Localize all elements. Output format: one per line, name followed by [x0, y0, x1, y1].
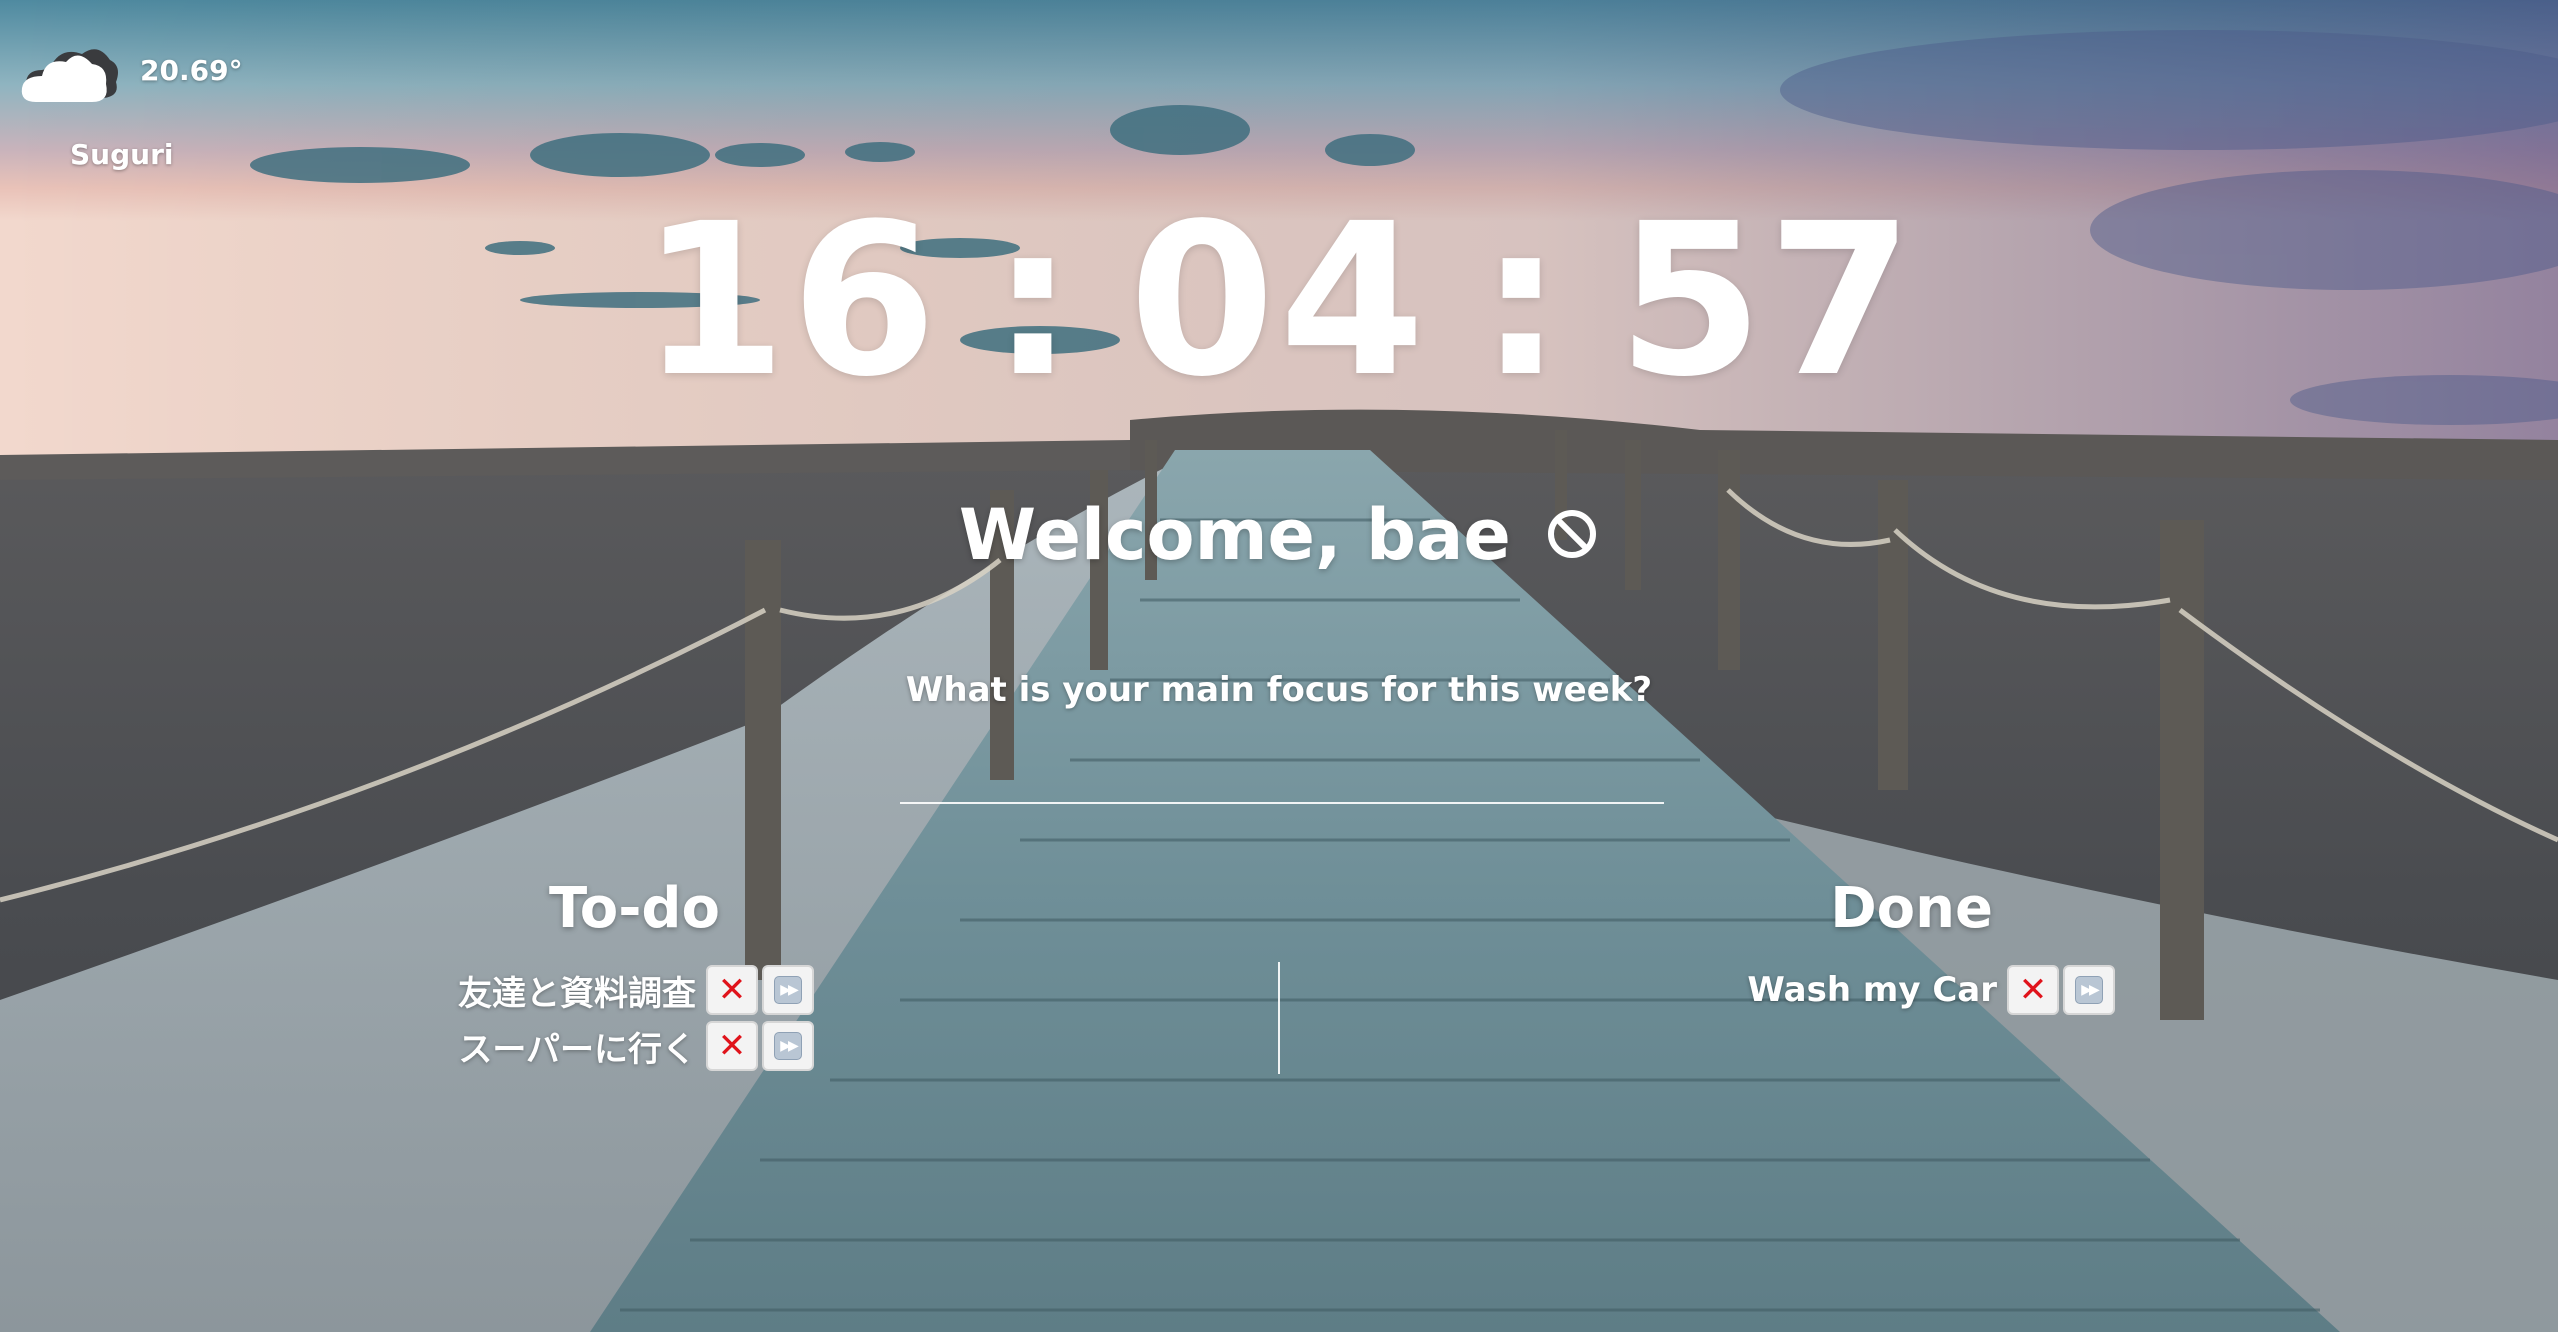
welcome-message: Welcome, bae: [0, 500, 2558, 570]
done-list: Wash my Car ✕ ▶▶: [1747, 962, 2115, 1018]
welcome-text[interactable]: Welcome, bae: [959, 494, 1511, 576]
done-item-label: Wash my Car: [1747, 970, 1997, 1010]
delete-button[interactable]: ✕: [706, 1021, 758, 1071]
done-title: Done: [1830, 876, 1993, 941]
clock-hours: 16: [640, 178, 941, 423]
todo-list: 友達と資料調査 ✕ ▶▶ スーパーに行く ✕ ▶▶: [458, 962, 814, 1074]
focus-input[interactable]: [900, 740, 1664, 804]
todo-item: 友達と資料調査 ✕ ▶▶: [458, 962, 814, 1018]
block-icon[interactable]: [1545, 507, 1599, 561]
fast-forward-icon: ▶▶: [774, 1032, 802, 1060]
column-divider: [1278, 962, 1280, 1074]
focus-prompt: What is your main focus for this week?: [905, 670, 1653, 710]
clock-seconds: 57: [1617, 178, 1918, 423]
todo-item-label: 友達と資料調査: [458, 973, 696, 1014]
move-to-done-button[interactable]: ▶▶: [762, 965, 814, 1015]
delete-button[interactable]: ✕: [706, 965, 758, 1015]
clock: 16:04:57: [0, 196, 2558, 406]
move-forward-button[interactable]: ▶▶: [2063, 965, 2115, 1015]
cloud-icon: [21, 49, 118, 102]
done-item: Wash my Car ✕ ▶▶: [1747, 962, 2115, 1018]
clock-minutes: 04: [1128, 178, 1430, 423]
close-icon: ✕: [2018, 970, 2048, 1010]
todo-item: スーパーに行く ✕ ▶▶: [458, 1018, 814, 1074]
fast-forward-icon: ▶▶: [2075, 976, 2103, 1004]
fast-forward-icon: ▶▶: [774, 976, 802, 1004]
city-label: Suguri: [70, 138, 174, 171]
delete-button[interactable]: ✕: [2007, 965, 2059, 1015]
temperature-label: 20.69°: [140, 54, 243, 87]
todo-item-label: スーパーに行く: [458, 1029, 696, 1070]
clock-separator: :: [1479, 178, 1568, 423]
close-icon: ✕: [717, 970, 747, 1010]
clock-separator: :: [990, 178, 1079, 423]
todo-title: To-do: [548, 876, 720, 941]
close-icon: ✕: [717, 1026, 747, 1066]
move-to-done-button[interactable]: ▶▶: [762, 1021, 814, 1071]
